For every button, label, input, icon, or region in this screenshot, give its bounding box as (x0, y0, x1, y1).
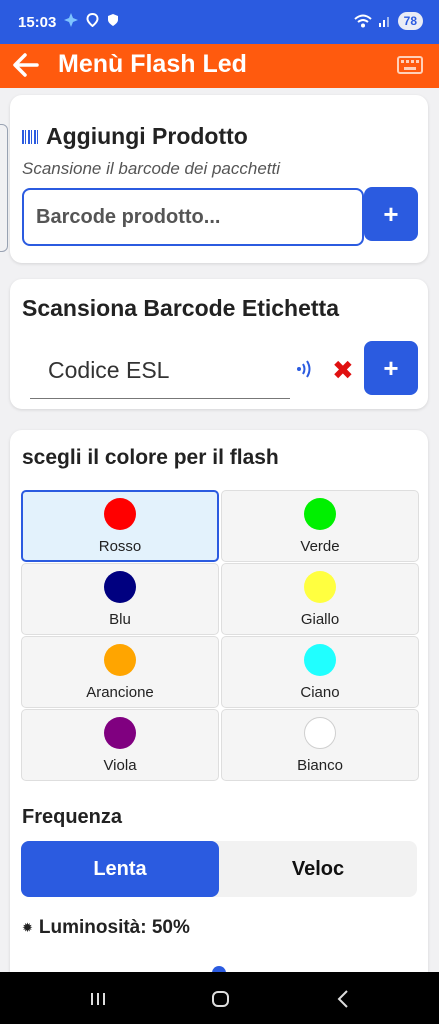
add-product-heading: Aggiungi Prodotto (22, 123, 248, 150)
back-icon[interactable] (336, 990, 350, 1008)
brightness-label: Luminosità: 50% (38, 917, 190, 938)
color-name: Blu (109, 610, 131, 628)
status-time: 15:03 (18, 14, 57, 31)
color-option[interactable]: Arancione (21, 636, 219, 708)
sparkle-icon (64, 13, 78, 27)
color-name: Bianco (297, 756, 343, 774)
barcode-icon (22, 129, 40, 144)
content-area[interactable]: Aggiungi Prodotto Scansione il barcode d… (0, 88, 439, 972)
color-section-title: scegli il colore per il flash (22, 446, 279, 469)
brightness-slider[interactable] (22, 960, 416, 972)
add-product-button[interactable]: + (364, 187, 418, 241)
signal-icon (378, 17, 389, 27)
brightness-heading: ✹ Luminosità: 50% (22, 917, 190, 939)
color-name: Viola (103, 756, 137, 774)
color-swatch (304, 716, 336, 749)
scan-label-title: Scansiona Barcode Etichetta (22, 295, 339, 321)
keyboard-icon[interactable] (397, 54, 423, 76)
color-option[interactable]: Blu (21, 563, 219, 635)
add-product-subtitle: Scansione il barcode dei pacchetti (22, 159, 280, 178)
add-product-title: Aggiungi Prodotto (46, 123, 248, 149)
page-title: Menù Flash Led (58, 50, 247, 78)
status-system-icons: 78 (353, 12, 423, 30)
status-bar: 15:03 78 (0, 0, 439, 44)
wifi-icon (353, 14, 372, 28)
frequency-label: Frequenza (22, 806, 123, 828)
frequency-toggle: Lenta Veloc (21, 841, 417, 897)
color-swatch (104, 716, 136, 749)
color-grid: Rosso Verde Blu Giallo Arancione Ciano V… (21, 490, 419, 781)
color-swatch (104, 570, 136, 603)
color-option[interactable]: Giallo (221, 563, 419, 635)
recents-icon[interactable] (89, 992, 107, 1006)
nfc-icon[interactable] (296, 359, 314, 379)
color-swatch (104, 643, 136, 676)
system-nav-bar (0, 972, 439, 1024)
color-name: Verde (300, 537, 340, 555)
color-option[interactable]: Bianco (221, 709, 419, 781)
location-icon (86, 13, 99, 27)
color-name: Arancione (86, 683, 154, 701)
app-bar: Menù Flash Led (0, 44, 439, 88)
battery-indicator: 78 (397, 12, 423, 30)
sun-icon: ✹ (22, 920, 33, 935)
esl-code-input[interactable]: Codice ESL (30, 343, 290, 399)
color-option[interactable]: Verde (221, 490, 419, 562)
barcode-product-input[interactable]: Barcode prodotto... (22, 188, 364, 246)
back-arrow-icon[interactable] (12, 52, 40, 78)
color-swatch (104, 497, 136, 530)
color-name: Rosso (98, 537, 142, 555)
status-notification-icons (64, 13, 119, 27)
flash-settings-card: scegli il colore per il flash Rosso Verd… (10, 430, 428, 972)
color-name: Giallo (300, 610, 340, 628)
color-swatch (304, 570, 336, 603)
color-option[interactable]: Viola (21, 709, 219, 781)
color-option[interactable]: Rosso (21, 490, 219, 562)
home-icon[interactable] (212, 991, 229, 1007)
frequency-slow-button[interactable]: Lenta (21, 841, 219, 897)
color-swatch (304, 643, 336, 676)
frequency-fast-button[interactable]: Veloc (219, 841, 417, 897)
clear-icon[interactable]: ✖ (332, 355, 354, 386)
color-option[interactable]: Ciano (221, 636, 419, 708)
color-swatch (304, 497, 336, 530)
add-label-button[interactable]: + (364, 341, 418, 395)
side-panel-handle[interactable] (0, 124, 8, 252)
shield-icon (108, 14, 118, 26)
color-name: Ciano (300, 683, 340, 701)
scan-label-card: Scansiona Barcode Etichetta Codice ESL ✖… (10, 279, 428, 409)
add-product-card: Aggiungi Prodotto Scansione il barcode d… (10, 95, 428, 263)
